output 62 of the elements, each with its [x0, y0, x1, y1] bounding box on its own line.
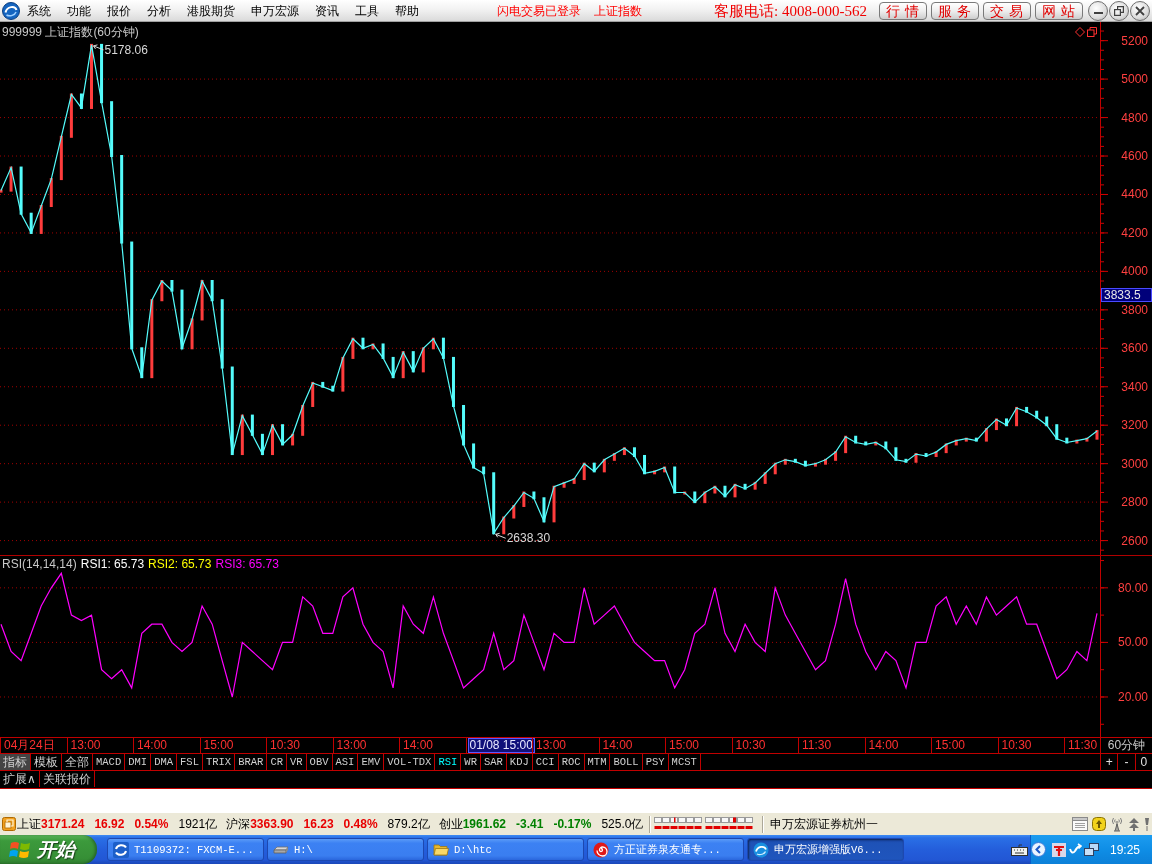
turnover-text: 1921亿 — [178, 815, 218, 833]
time-label: 10:30 — [1000, 738, 1033, 753]
time-label: 13:00 — [69, 738, 102, 753]
time-label: 04月24日 — [3, 738, 56, 753]
time-label: 15:00 — [668, 738, 701, 753]
market-name: 沪深 — [226, 815, 251, 833]
index-price: 1961.62 — [462, 817, 507, 831]
time-label: 13:00 — [335, 738, 368, 753]
notice-text: 闪电交易已登录 — [497, 2, 581, 20]
annotation-label: 2638.30 — [506, 531, 551, 546]
time-label: 10:30 — [734, 738, 767, 753]
cursor-price-label: 3833.5 — [1101, 288, 1152, 302]
index-change: 16.92 — [94, 817, 125, 831]
index-price: 3363.90 — [250, 817, 294, 831]
index-price: 3171.24 — [41, 817, 85, 831]
clock-text: 19:25 — [1109, 842, 1140, 857]
index-change: -3.41 — [516, 817, 544, 831]
time-label: 10:30 — [269, 738, 302, 753]
time-label: 14:00 — [136, 738, 169, 753]
axis-label: 2800 — [1121, 495, 1148, 510]
time-label: 14:00 — [867, 738, 900, 753]
time-label: 01/08 15:00 — [467, 738, 535, 753]
index-percent: 0.48% — [343, 817, 378, 831]
legend-item: RSI2: 65.73 — [148, 557, 212, 571]
hotline-text: 客服电话: 4008-000-562 — [714, 1, 867, 20]
axis-label: 5000 — [1121, 72, 1148, 87]
market-name: 创业 — [438, 815, 463, 833]
axis-label: 3800 — [1121, 302, 1148, 317]
server-name: 申万宏源证券杭州一 — [770, 815, 879, 833]
axis-label: 3600 — [1121, 341, 1148, 356]
time-label: 15:00 — [202, 738, 235, 753]
turnover-text: 879.2亿 — [387, 815, 430, 833]
market-name: 上证 — [17, 815, 41, 833]
time-label: 14:00 — [402, 738, 435, 753]
axis-label: 50.00 — [1117, 635, 1148, 650]
chart-title: RSI(14,14,14) — [2, 557, 77, 571]
notice-text: 上证指数 — [594, 2, 642, 20]
axis-label: 3200 — [1121, 418, 1148, 433]
legend-item: RSI3: 65.73 — [215, 557, 279, 571]
index-percent: -0.17% — [553, 817, 592, 831]
axis-label: 4200 — [1121, 225, 1148, 240]
axis-label: 80.00 — [1117, 580, 1148, 595]
axis-label: 4400 — [1121, 187, 1148, 202]
index-change: 16.23 — [303, 817, 334, 831]
turnover-text: 525.0亿 — [601, 815, 644, 833]
time-label: 11:30 — [801, 738, 833, 753]
axis-label: 4600 — [1121, 149, 1148, 163]
axis-label: 5200 — [1121, 33, 1148, 48]
axis-label: 4800 — [1121, 110, 1148, 125]
axis-label: 2600 — [1121, 533, 1148, 548]
time-label: 14:00 — [601, 738, 634, 753]
legend-item: RSI1: 65.73 — [80, 557, 145, 571]
chart-title: 999999 上证指数(60分钟) — [2, 25, 139, 39]
index-percent: 0.54% — [134, 817, 169, 831]
axis-label: 3000 — [1121, 456, 1148, 471]
axis-label: 3400 — [1121, 379, 1148, 394]
time-label: 13:00 — [535, 738, 568, 753]
time-label: 15:00 — [934, 738, 967, 753]
time-label: 11:30 — [1067, 738, 1099, 753]
axis-label: 4000 — [1121, 264, 1148, 279]
axis-label: 20.00 — [1117, 689, 1148, 704]
annotation-label: 5178.06 — [104, 42, 148, 57]
